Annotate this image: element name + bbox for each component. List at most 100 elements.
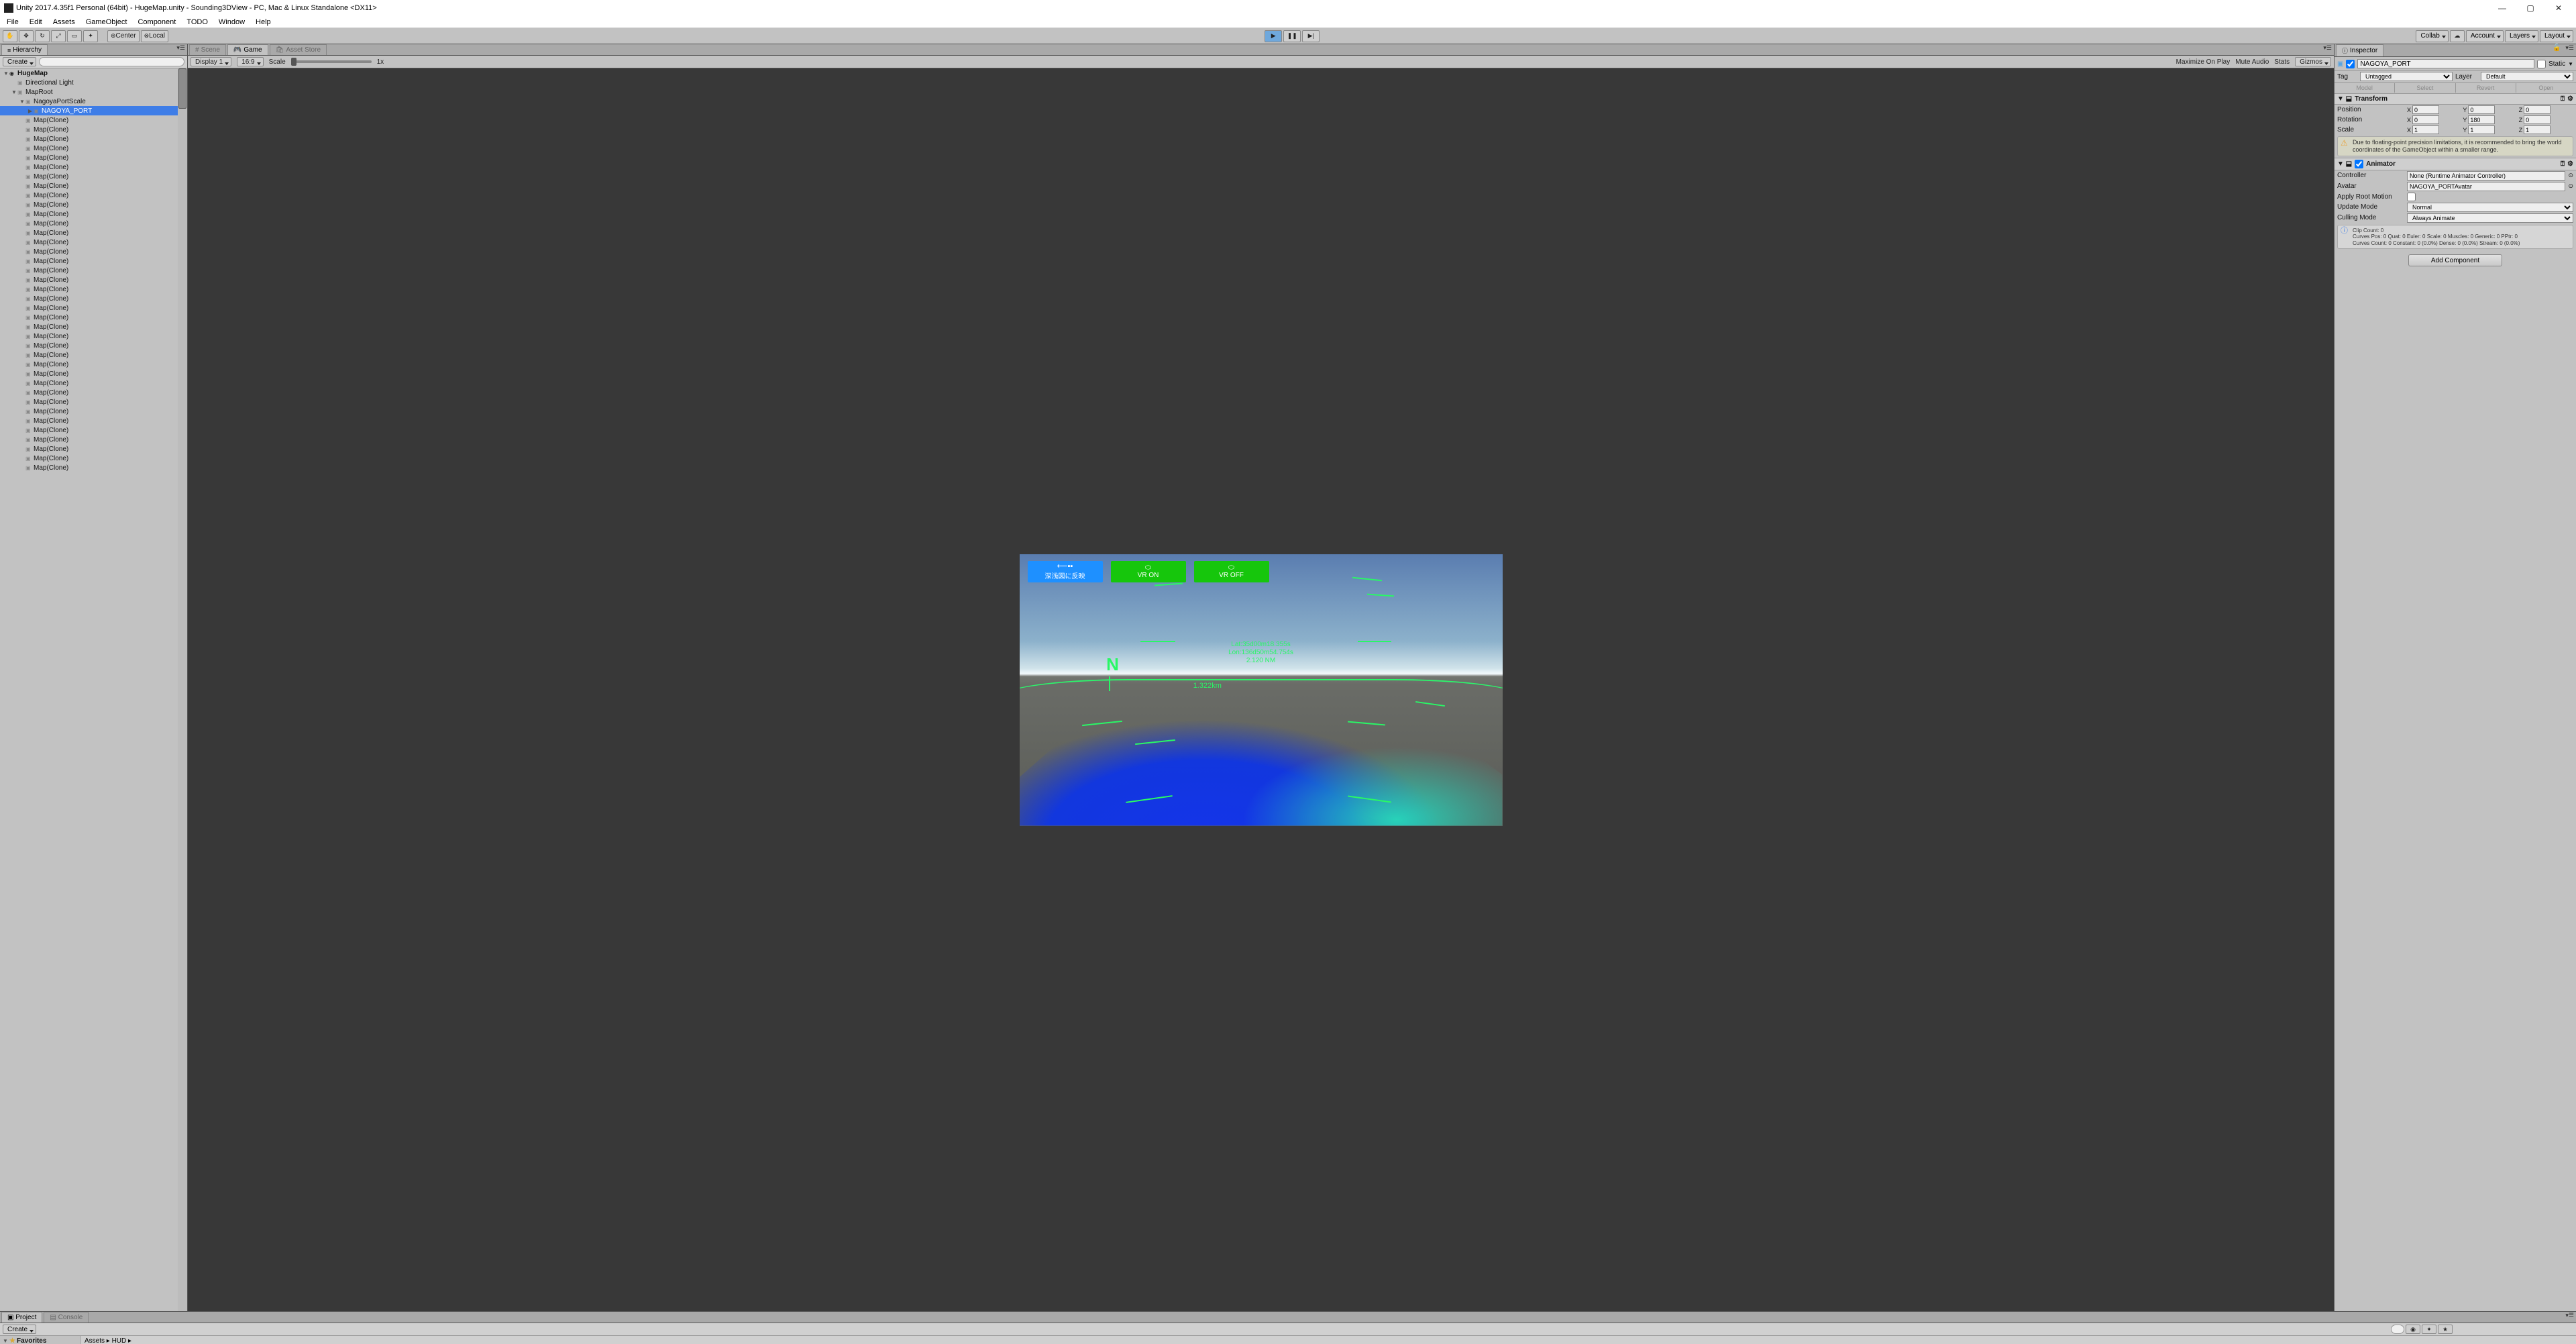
project-search-input[interactable] — [2391, 1325, 2404, 1334]
cullingmode-dropdown[interactable]: Always Animate — [2407, 213, 2573, 223]
hierarchy-item[interactable]: ▣Map(Clone) — [0, 191, 187, 200]
game-tab[interactable]: 🎮 Game — [227, 44, 268, 55]
hierarchy-item[interactable]: ▣Map(Clone) — [0, 435, 187, 444]
hierarchy-tree[interactable]: ▼◉HugeMap▣Directional Light▼▣MapRoot▼▣Na… — [0, 68, 187, 1311]
project-tab[interactable]: ▣ Project — [1, 1312, 42, 1323]
close-button[interactable]: ✕ — [2545, 1, 2572, 15]
mute-audio-toggle[interactable]: Mute Audio — [2235, 58, 2269, 66]
model-button[interactable]: Model — [2334, 83, 2395, 93]
animator-enable-checkbox[interactable] — [2355, 160, 2363, 168]
gameobject-name-input[interactable] — [2357, 59, 2534, 68]
hierarchy-item[interactable]: ▣Map(Clone) — [0, 115, 187, 125]
hierarchy-item[interactable]: ▣Map(Clone) — [0, 425, 187, 435]
hierarchy-item[interactable]: ▣Map(Clone) — [0, 238, 187, 247]
hierarchy-item[interactable]: ▣Map(Clone) — [0, 313, 187, 322]
lock-icon[interactable]: 🔓 — [2550, 44, 2563, 56]
hierarchy-item[interactable]: ▣Map(Clone) — [0, 209, 187, 219]
hierarchy-item[interactable]: ▣Map(Clone) — [0, 350, 187, 360]
gameobject-active-checkbox[interactable] — [2346, 60, 2355, 68]
position-z-input[interactable] — [2524, 105, 2551, 114]
add-component-button[interactable]: Add Component — [2408, 254, 2502, 266]
menu-file[interactable]: File — [1, 17, 24, 28]
pause-button[interactable]: ❚❚ — [1283, 30, 1301, 42]
hierarchy-scene[interactable]: ▼◉HugeMap — [0, 68, 187, 78]
pivot-center-button[interactable]: ⊕ Center — [107, 30, 140, 42]
hierarchy-item[interactable]: ▣Map(Clone) — [0, 219, 187, 228]
help-icon[interactable]: ⍰ — [2561, 95, 2565, 103]
minimize-button[interactable]: — — [2489, 1, 2516, 15]
hierarchy-search-input[interactable] — [39, 57, 184, 66]
menu-edit[interactable]: Edit — [24, 17, 48, 28]
menu-window[interactable]: Window — [213, 17, 250, 28]
search-type-button[interactable]: ✦ — [2422, 1325, 2436, 1334]
hierarchy-item[interactable]: ▣Map(Clone) — [0, 256, 187, 266]
search-scope-button[interactable]: ◉ — [2406, 1325, 2420, 1334]
play-button[interactable]: ▶ — [1265, 30, 1282, 42]
hierarchy-item[interactable]: ▣Map(Clone) — [0, 144, 187, 153]
project-breadcrumb[interactable]: Assets ▸ HUD ▸ — [80, 1336, 2576, 1344]
scale-tool-button[interactable]: ⤢ — [51, 30, 66, 42]
rotation-z-input[interactable] — [2524, 115, 2551, 124]
stats-toggle[interactable]: Stats — [2274, 58, 2290, 66]
assetstore-tab[interactable]: 🛍 Asset Store — [270, 44, 327, 55]
open-button[interactable]: Open — [2516, 83, 2576, 93]
hierarchy-item[interactable]: ▣Map(Clone) — [0, 153, 187, 162]
hierarchy-item[interactable]: ▣Map(Clone) — [0, 162, 187, 172]
hierarchy-item[interactable]: ▣Directional Light — [0, 78, 187, 87]
console-tab[interactable]: ▤ Console — [44, 1312, 89, 1323]
project-create-dropdown[interactable]: Create — [3, 1325, 36, 1334]
revert-button[interactable]: Revert — [2456, 83, 2516, 93]
menu-help[interactable]: Help — [250, 17, 276, 28]
controller-field[interactable] — [2407, 171, 2565, 180]
hierarchy-item[interactable]: ▣Map(Clone) — [0, 454, 187, 463]
hierarchy-item[interactable]: ▣Map(Clone) — [0, 294, 187, 303]
rect-tool-button[interactable]: ▭ — [67, 30, 82, 42]
static-checkbox[interactable] — [2537, 60, 2546, 68]
help-icon[interactable]: ⍰ — [2561, 160, 2565, 168]
hierarchy-item[interactable]: ▣Map(Clone) — [0, 247, 187, 256]
menu-assets[interactable]: Assets — [48, 17, 80, 28]
hud-reflectmap-button[interactable]: ⟵▪▪ 深浅図に反映 — [1028, 561, 1103, 582]
hierarchy-create-dropdown[interactable]: Create — [3, 57, 36, 66]
game-view[interactable]: N Lat:35d00m18.355s Lon:136d50m54.754s 2… — [188, 68, 2334, 1311]
hierarchy-item[interactable]: ▣Map(Clone) — [0, 303, 187, 313]
maximize-on-play-toggle[interactable]: Maximize On Play — [2176, 58, 2231, 66]
position-x-input[interactable] — [2412, 105, 2439, 114]
aspect-dropdown[interactable]: 16:9 — [237, 57, 263, 66]
gear-icon[interactable]: ⚙ — [2567, 160, 2573, 168]
menu-component[interactable]: Component — [132, 17, 181, 28]
hierarchy-item[interactable]: ▣Map(Clone) — [0, 172, 187, 181]
hierarchy-item[interactable]: ▣Map(Clone) — [0, 266, 187, 275]
hierarchy-item[interactable]: ▣Map(Clone) — [0, 285, 187, 294]
object-picker-icon[interactable]: ⊙ — [2568, 172, 2573, 179]
panel-menu-icon[interactable]: ▾☰ — [174, 44, 187, 55]
avatar-field[interactable] — [2407, 182, 2565, 191]
account-dropdown[interactable]: Account — [2466, 30, 2504, 42]
select-button[interactable]: Select — [2395, 83, 2455, 93]
panel-menu-icon[interactable]: ▾☰ — [2563, 1312, 2576, 1323]
rotation-x-input[interactable] — [2412, 115, 2439, 124]
collab-dropdown[interactable]: Collab — [2416, 30, 2448, 42]
menu-todo[interactable]: TODO — [181, 17, 213, 28]
hierarchy-item[interactable]: ▣Map(Clone) — [0, 360, 187, 369]
hierarchy-item[interactable]: ▣Map(Clone) — [0, 407, 187, 416]
menu-gameobject[interactable]: GameObject — [80, 17, 133, 28]
hierarchy-item[interactable]: ▣Map(Clone) — [0, 125, 187, 134]
pivot-local-button[interactable]: ⊗ Local — [141, 30, 168, 42]
hierarchy-item[interactable]: ▣Map(Clone) — [0, 134, 187, 144]
applyroot-checkbox[interactable] — [2407, 193, 2416, 201]
transform-section-header[interactable]: ▼ ⬓ Transform⍰ ⚙ — [2334, 93, 2576, 105]
hierarchy-item[interactable]: ▣Map(Clone) — [0, 444, 187, 454]
project-folder-tree[interactable]: ▼★Favorites 🔍All Materials🔍All Models🔍Al… — [0, 1336, 80, 1344]
hierarchy-item[interactable]: ▣Map(Clone) — [0, 228, 187, 238]
position-y-input[interactable] — [2468, 105, 2495, 114]
object-picker-icon[interactable]: ⊙ — [2568, 183, 2573, 190]
hierarchy-item[interactable]: ▶▣NAGOYA_PORT — [0, 106, 187, 115]
rotation-y-input[interactable] — [2468, 115, 2495, 124]
hud-vr-on-button[interactable]: ⬭ VR ON — [1111, 561, 1186, 582]
move-tool-button[interactable]: ✥ — [19, 30, 34, 42]
hierarchy-item[interactable]: ▣Map(Clone) — [0, 322, 187, 331]
animator-section-header[interactable]: ▼ ⬓ Animator⍰ ⚙ — [2334, 158, 2576, 170]
cloud-button[interactable]: ☁ — [2450, 30, 2465, 42]
hierarchy-item[interactable]: ▣Map(Clone) — [0, 369, 187, 378]
